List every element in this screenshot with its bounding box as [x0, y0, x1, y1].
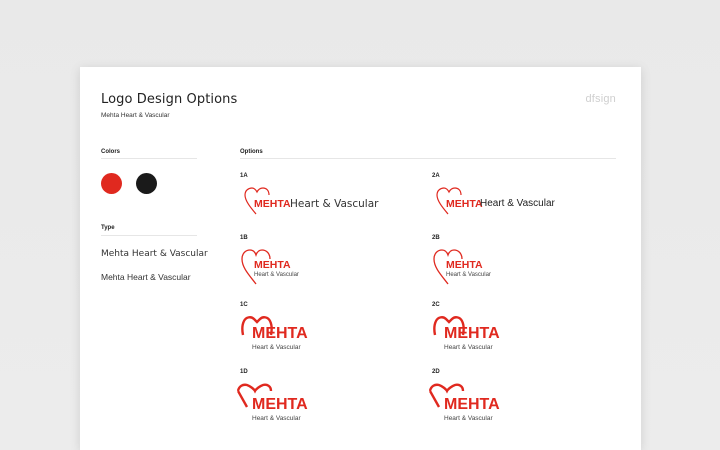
options-label: Options — [240, 149, 263, 155]
logo-option-1b: MEHTA Heart & Vascular — [241, 249, 341, 285]
logo-subtext: Heart & Vascular — [444, 415, 493, 422]
logo-subtext: Heart & Vascular — [480, 198, 555, 209]
logo-wordmark: MEHTA — [444, 325, 500, 342]
logo-wordmark: MEHTA — [444, 396, 500, 413]
options-divider — [240, 158, 616, 159]
colors-label: Colors — [101, 149, 121, 155]
option-label-1b: 1B — [240, 235, 248, 241]
option-label-2b: 2B — [432, 235, 440, 241]
logo-subtext: Heart & Vascular — [446, 272, 491, 278]
page-title: Logo Design Options — [101, 92, 238, 107]
logo-wordmark: MEHTA — [446, 198, 483, 210]
type-sample-light: Mehta Heart & Vascular — [101, 249, 208, 259]
logo-subtext: Heart & Vascular — [252, 344, 301, 351]
color-swatch-red — [101, 173, 122, 194]
logo-wordmark: MEHTA — [252, 396, 308, 413]
page-subtitle: Mehta Heart & Vascular — [101, 112, 170, 119]
logo-wordmark: MEHTA — [252, 325, 308, 342]
logo-wordmark: MEHTA — [254, 198, 291, 210]
logo-subtext: Heart & Vascular — [254, 272, 299, 278]
option-label-1d: 1D — [240, 369, 248, 375]
logo-option-2a: MEHTA Heart & Vascular — [436, 187, 576, 217]
logo-option-1a: MEHTA Heart & Vascular — [244, 187, 384, 217]
color-swatch-black — [136, 173, 157, 194]
colors-divider — [101, 158, 197, 159]
option-label-2a: 2A — [432, 173, 440, 179]
logo-option-1c: MEHTA Heart & Vascular — [241, 316, 331, 356]
logo-subtext: Heart & Vascular — [444, 344, 493, 351]
option-label-1c: 1C — [240, 302, 248, 308]
type-label: Type — [101, 225, 115, 231]
type-divider — [101, 235, 197, 236]
logo-option-1d: MEHTA Heart & Vascular — [237, 383, 327, 425]
logo-option-2b: MEHTA Heart & Vascular — [433, 249, 533, 285]
logo-option-2d: MEHTA Heart & Vascular — [429, 383, 519, 425]
brand-logo-text: dfsign — [585, 93, 616, 105]
option-label-1a: 1A — [240, 173, 248, 179]
logo-subtext: Heart & Vascular — [290, 198, 379, 210]
option-label-2c: 2C — [432, 302, 440, 308]
logo-wordmark: MEHTA — [254, 259, 291, 271]
design-sheet: Logo Design Options Mehta Heart & Vascul… — [80, 67, 641, 450]
logo-wordmark: MEHTA — [446, 259, 483, 271]
logo-subtext: Heart & Vascular — [252, 415, 301, 422]
option-label-2d: 2D — [432, 369, 440, 375]
type-sample-regular: Mehta Heart & Vascular — [101, 272, 191, 282]
logo-option-2c: MEHTA Heart & Vascular — [433, 316, 523, 356]
